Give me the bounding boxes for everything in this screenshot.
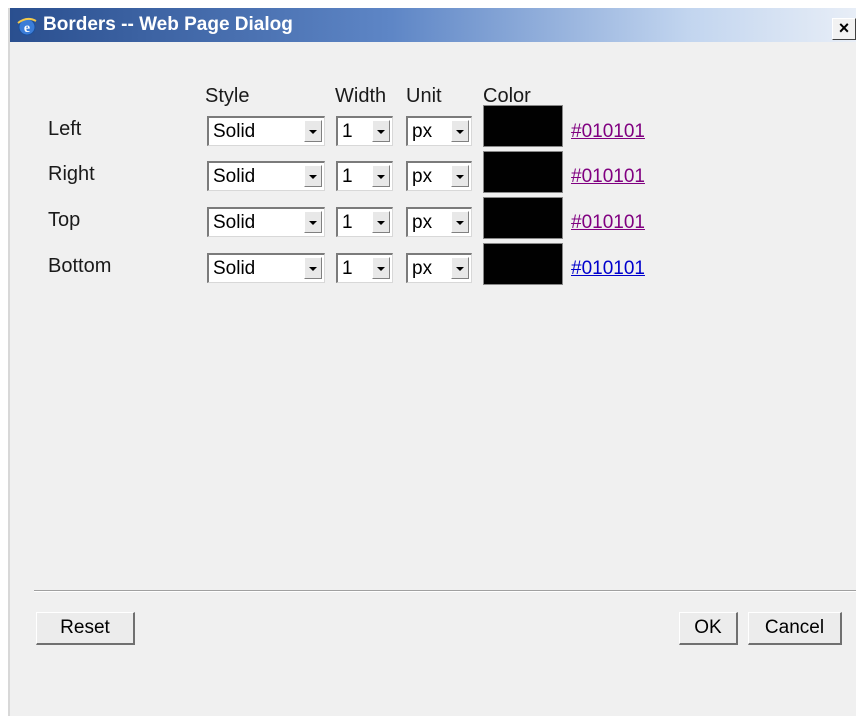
unit-select-left[interactable]: px [406, 116, 472, 146]
unit-select-right[interactable]: px [406, 161, 472, 191]
width-select-top[interactable]: 1 [336, 207, 393, 237]
svg-text:e: e [24, 21, 30, 36]
style-select-left[interactable]: Solid [207, 116, 325, 146]
color-swatch-top[interactable] [483, 197, 563, 239]
chevron-down-icon[interactable] [372, 165, 390, 187]
close-icon: × [838, 18, 850, 38]
color-swatch-bottom[interactable] [483, 243, 563, 285]
chevron-down-icon[interactable] [304, 257, 322, 279]
ok-button[interactable]: OK [679, 612, 738, 645]
ie-icon: e [17, 17, 37, 36]
column-header-width: Width [335, 85, 387, 107]
unit-select-bottom[interactable]: px [406, 253, 472, 283]
color-link-right[interactable]: #010101 [571, 166, 645, 188]
width-select-bottom[interactable]: 1 [336, 253, 393, 283]
chevron-down-icon[interactable] [304, 211, 322, 233]
color-link-left[interactable]: #010101 [571, 121, 645, 143]
chevron-down-icon[interactable] [372, 120, 390, 142]
chevron-down-icon[interactable] [304, 165, 322, 187]
row-label-left: Left [48, 118, 82, 140]
chevron-down-icon[interactable] [451, 257, 469, 279]
dialog-window: e Borders -- Web Page Dialog × Style Wid… [8, 8, 856, 716]
color-swatch-right[interactable] [483, 151, 563, 193]
chevron-down-icon[interactable] [372, 257, 390, 279]
row-label-top: Top [48, 209, 81, 231]
row-label-bottom: Bottom [48, 255, 112, 277]
footer-divider [34, 590, 856, 592]
column-header-unit: Unit [406, 85, 442, 107]
chevron-down-icon[interactable] [451, 211, 469, 233]
style-select-bottom[interactable]: Solid [207, 253, 325, 283]
width-select-left[interactable]: 1 [336, 116, 393, 146]
color-link-bottom[interactable]: #010101 [571, 258, 645, 280]
column-header-style: Style [205, 85, 250, 107]
cancel-button[interactable]: Cancel [748, 612, 842, 645]
style-select-top[interactable]: Solid [207, 207, 325, 237]
width-select-right[interactable]: 1 [336, 161, 393, 191]
title-bar: e Borders -- Web Page Dialog × [10, 8, 856, 42]
style-select-right[interactable]: Solid [207, 161, 325, 191]
unit-select-top[interactable]: px [406, 207, 472, 237]
reset-button[interactable]: Reset [36, 612, 135, 645]
chevron-down-icon[interactable] [372, 211, 390, 233]
chevron-down-icon[interactable] [304, 120, 322, 142]
color-link-top[interactable]: #010101 [571, 212, 645, 234]
chevron-down-icon[interactable] [451, 165, 469, 187]
row-label-right: Right [48, 163, 95, 185]
close-button[interactable]: × [832, 18, 856, 40]
chevron-down-icon[interactable] [451, 120, 469, 142]
dialog-title: Borders -- Web Page Dialog [43, 14, 293, 35]
color-swatch-left[interactable] [483, 105, 563, 147]
